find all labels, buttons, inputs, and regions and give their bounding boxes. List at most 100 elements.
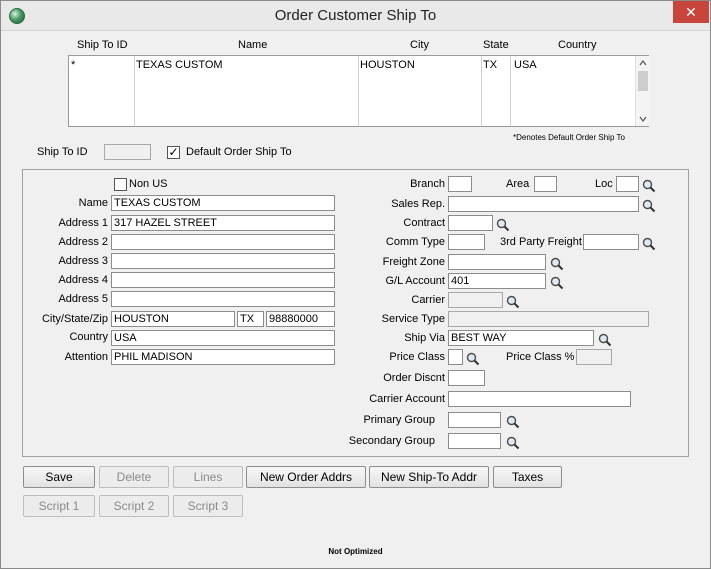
gl-account-label: G/L Account [385, 275, 445, 287]
third-party-freight-lookup-icon[interactable] [642, 237, 656, 251]
sales-rep-lookup-icon[interactable] [642, 199, 656, 213]
loc-lookup-icon[interactable] [642, 179, 656, 193]
dialog-window: Order Customer Ship To ✕ Ship To ID Name… [0, 0, 711, 569]
non-us-label: Non US [129, 178, 168, 190]
carrier-input[interactable] [448, 292, 503, 308]
address2-input[interactable] [111, 234, 335, 250]
ship-via-label: Ship Via [404, 332, 445, 344]
gl-account-lookup-icon[interactable] [550, 276, 564, 290]
col-header-country[interactable]: Country [558, 39, 597, 51]
new-order-addrs-button[interactable]: New Order Addrs [246, 466, 366, 488]
address1-input[interactable]: 317 HAZEL STREET [111, 215, 335, 231]
country-label: Country [69, 331, 108, 343]
taxes-button[interactable]: Taxes [493, 466, 562, 488]
comm-type-label: Comm Type [385, 236, 445, 248]
script1-button[interactable]: Script 1 [23, 495, 95, 517]
title-bar: Order Customer Ship To ✕ [1, 1, 710, 31]
order-discnt-label: Order Discnt [383, 372, 445, 384]
secondary-group-input[interactable] [448, 433, 501, 449]
city-state-zip-label: City/State/Zip [41, 313, 108, 325]
attention-label: Attention [64, 351, 108, 363]
order-discnt-input[interactable] [448, 370, 485, 386]
country-input[interactable]: USA [111, 330, 335, 346]
sales-rep-input[interactable] [448, 196, 639, 212]
close-button[interactable]: ✕ [673, 1, 709, 23]
address3-label: Address 3 [58, 255, 108, 267]
col-header-ship-to-id[interactable]: Ship To ID [77, 39, 128, 51]
third-party-freight-label: 3rd Party Freight [500, 236, 582, 248]
script2-button[interactable]: Script 2 [99, 495, 169, 517]
price-class-lookup-icon[interactable] [466, 352, 480, 366]
address1-label: Address 1 [58, 217, 108, 229]
price-class-input[interactable] [448, 349, 463, 365]
delete-button[interactable]: Delete [99, 466, 169, 488]
name-label: Name [78, 197, 108, 209]
address5-label: Address 5 [58, 293, 108, 305]
freight-zone-lookup-icon[interactable] [550, 257, 564, 271]
state-input[interactable]: TX [237, 311, 264, 327]
cell-state: TX [483, 59, 498, 71]
contract-lookup-icon[interactable] [496, 218, 510, 232]
loc-label: Loc [595, 178, 613, 190]
zip-input[interactable]: 98880000 [266, 311, 335, 327]
window-title: Order Customer Ship To [274, 7, 437, 24]
col-header-name[interactable]: Name [238, 39, 267, 51]
primary-group-input[interactable] [448, 412, 501, 428]
status-text: Not Optimized [328, 547, 383, 556]
cell-ship-to-id: * [71, 59, 76, 71]
grid-scrollbar[interactable] [635, 56, 649, 126]
loc-input[interactable] [616, 176, 639, 192]
cell-city: HOUSTON [360, 59, 415, 71]
area-input[interactable] [534, 176, 557, 192]
name-input[interactable]: TEXAS CUSTOM [111, 195, 335, 211]
address4-label: Address 4 [58, 274, 108, 286]
carrier-lookup-icon[interactable] [506, 295, 520, 309]
city-input[interactable]: HOUSTON [111, 311, 235, 327]
cell-country: USA [514, 59, 537, 71]
default-order-ship-to-label: Default Order Ship To [186, 146, 292, 158]
service-type-label: Service Type [381, 313, 445, 325]
table-row[interactable]: * TEXAS CUSTOM HOUSTON TX USA [69, 56, 635, 74]
primary-group-lookup-icon[interactable] [506, 415, 520, 429]
contract-input[interactable] [448, 215, 493, 231]
address4-input[interactable] [111, 272, 335, 288]
col-header-state[interactable]: State [483, 39, 509, 51]
cell-name: TEXAS CUSTOM [136, 59, 223, 71]
new-ship-to-addr-button[interactable]: New Ship-To Addr [369, 466, 489, 488]
gl-account-input[interactable]: 401 [448, 273, 546, 289]
default-footnote: *Denotes Default Order Ship To [513, 133, 625, 142]
branch-input[interactable] [448, 176, 472, 192]
price-class-label: Price Class [389, 351, 445, 363]
secondary-group-label: Secondary Group [348, 435, 435, 447]
sales-rep-label: Sales Rep. [391, 198, 445, 210]
ship-via-input[interactable]: BEST WAY [448, 330, 594, 346]
price-class-pct-label: Price Class % [506, 351, 575, 363]
branch-label: Branch [410, 178, 445, 190]
ship-to-grid[interactable]: * TEXAS CUSTOM HOUSTON TX USA [68, 55, 649, 127]
ship-to-id-label: Ship To ID [37, 146, 88, 158]
scrollbar-arrows-icon [638, 60, 648, 122]
address5-input[interactable] [111, 291, 335, 307]
col-header-city[interactable]: City [410, 39, 429, 51]
service-type-input[interactable] [448, 311, 649, 327]
default-order-ship-to-checkbox[interactable]: ✓ [167, 146, 180, 159]
area-label: Area [506, 178, 530, 190]
primary-group-label: Primary Group [363, 414, 435, 426]
attention-input[interactable]: PHIL MADISON [111, 349, 335, 365]
address3-input[interactable] [111, 253, 335, 269]
price-class-pct-input[interactable] [576, 349, 612, 365]
freight-zone-input[interactable] [448, 254, 546, 270]
comm-type-input[interactable] [448, 234, 485, 250]
ship-via-lookup-icon[interactable] [598, 333, 612, 347]
script3-button[interactable]: Script 3 [173, 495, 243, 517]
contract-label: Contract [403, 217, 445, 229]
carrier-account-input[interactable] [448, 391, 631, 407]
ship-to-id-input[interactable] [104, 144, 151, 160]
carrier-label: Carrier [411, 294, 445, 306]
carrier-account-label: Carrier Account [369, 393, 445, 405]
lines-button[interactable]: Lines [173, 466, 243, 488]
non-us-checkbox[interactable] [114, 178, 127, 191]
secondary-group-lookup-icon[interactable] [506, 436, 520, 450]
save-button[interactable]: Save [23, 466, 95, 488]
third-party-freight-input[interactable] [583, 234, 639, 250]
